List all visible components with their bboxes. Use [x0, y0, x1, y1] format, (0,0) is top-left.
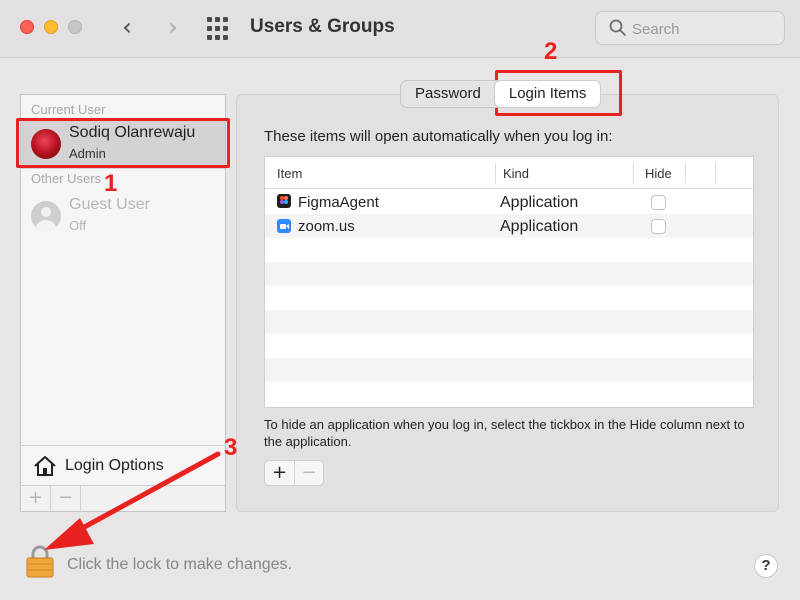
empty-row — [265, 238, 753, 262]
tab-bar: Password Login Items — [400, 80, 602, 108]
hide-checkbox[interactable] — [651, 195, 666, 210]
table-row[interactable]: FigmaAgent Application — [265, 190, 753, 214]
empty-row — [265, 262, 753, 286]
other-users-section-label: Other Users — [31, 171, 102, 186]
add-login-item-button[interactable]: + — [265, 461, 295, 485]
search-input[interactable] — [632, 18, 772, 40]
empty-row — [265, 310, 753, 334]
help-button[interactable]: ? — [754, 554, 778, 578]
empty-row — [265, 382, 753, 406]
column-divider — [495, 163, 496, 183]
figma-app-icon — [277, 194, 291, 208]
table-row[interactable]: zoom.us Application — [265, 214, 753, 238]
remove-login-item-button[interactable]: − — [295, 461, 323, 485]
column-header-hide[interactable]: Hide — [645, 166, 672, 181]
step-2-label: 2 — [544, 38, 558, 65]
item-name: FigmaAgent — [298, 194, 379, 211]
login-items-add-remove: + − — [264, 460, 324, 486]
highlight-current-user — [16, 118, 230, 168]
item-name: zoom.us — [298, 218, 355, 235]
item-kind: Application — [500, 218, 579, 235]
minimize-window-button[interactable] — [44, 20, 58, 34]
current-user-section-label: Current User — [31, 102, 106, 117]
table-header: Item Kind Hide — [265, 157, 753, 189]
step-1-label: 1 — [104, 170, 118, 197]
item-kind: Application — [500, 194, 579, 211]
guest-user-status: Off — [69, 218, 87, 233]
hide-checkbox[interactable] — [651, 219, 666, 234]
back-chevron-icon[interactable]: ‹ — [112, 12, 142, 42]
zoom-window-button[interactable] — [68, 20, 82, 34]
empty-row — [265, 286, 753, 310]
column-header-item[interactable]: Item — [277, 166, 302, 181]
column-header-kind[interactable]: Kind — [503, 166, 529, 181]
close-window-button[interactable] — [20, 20, 34, 34]
forward-chevron-icon[interactable]: › — [158, 12, 188, 42]
window-toolbar: ‹ › Users & Groups — [0, 0, 800, 58]
empty-row — [265, 334, 753, 358]
column-divider — [633, 163, 634, 183]
search-icon — [609, 19, 626, 36]
show-all-grid-icon[interactable] — [206, 16, 232, 42]
login-items-intro: These items will open automatically when… — [264, 128, 613, 145]
guest-avatar-icon — [31, 201, 61, 231]
annotation-arrow — [44, 451, 221, 550]
empty-row — [265, 358, 753, 382]
window-title: Users & Groups — [250, 16, 395, 37]
login-items-table: Item Kind Hide FigmaAgent Application zo… — [264, 156, 754, 408]
user-row-guest[interactable]: Guest User Off — [21, 191, 225, 241]
zoom-app-icon — [277, 219, 291, 233]
tab-login-items[interactable]: Login Items — [494, 81, 601, 107]
search-field[interactable] — [595, 11, 785, 45]
tab-password[interactable]: Password — [401, 81, 495, 107]
column-divider — [685, 163, 686, 183]
guest-user-name: Guest User — [69, 196, 150, 213]
column-divider — [715, 163, 716, 183]
hide-help-text: To hide an application when you log in, … — [264, 417, 745, 449]
